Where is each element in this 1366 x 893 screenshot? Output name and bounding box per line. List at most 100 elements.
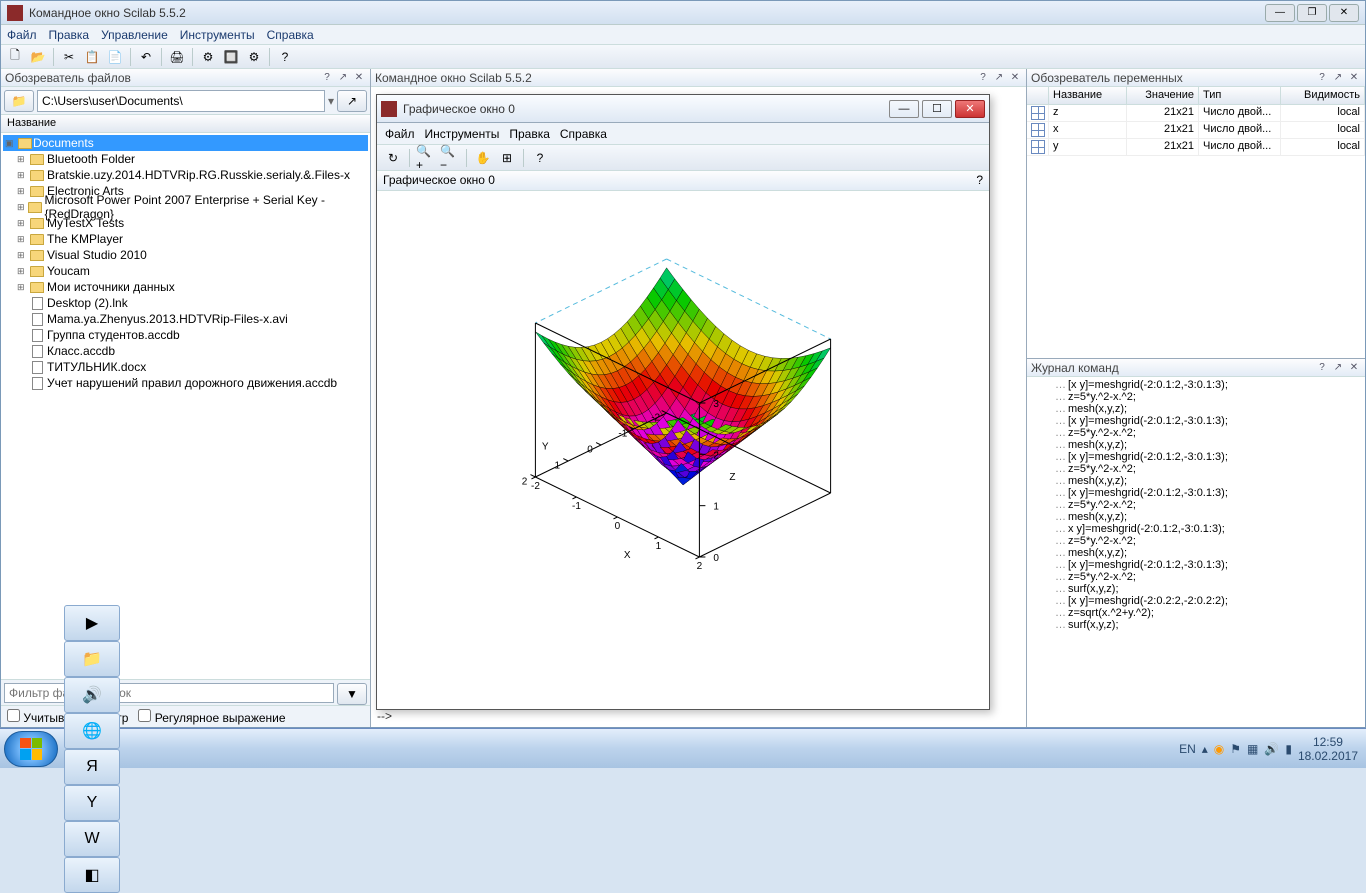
tree-file[interactable]: Группа студентов.accdb [3, 327, 368, 343]
graphics-window[interactable]: Графическое окно 0 — ☐ ✕ Файл Инструмент… [376, 94, 990, 710]
print-icon[interactable]: 🖨 [167, 47, 187, 67]
open-icon[interactable]: 📂 [28, 47, 48, 67]
menu-control[interactable]: Управление [101, 28, 168, 42]
help-icon[interactable]: ? [976, 71, 990, 85]
zoom-in-icon[interactable]: 🔍+ [416, 148, 436, 168]
tree-folder[interactable]: ⊞The KMPlayer [3, 231, 368, 247]
history-line[interactable]: z=5*y.^2-x.^2; [1031, 535, 1361, 547]
gfx-menu-file[interactable]: Файл [385, 127, 415, 141]
close-panel-icon[interactable]: ✕ [1347, 361, 1361, 375]
gfx-menu-help[interactable]: Справка [560, 127, 607, 141]
history-line[interactable]: z=5*y.^2-x.^2; [1031, 463, 1361, 475]
close-panel-icon[interactable]: ✕ [352, 71, 366, 85]
settings-icon[interactable]: ⚙ [198, 47, 218, 67]
menu-help[interactable]: Справка [267, 28, 314, 42]
history-line[interactable]: mesh(x,y,z); [1031, 439, 1361, 451]
history-line[interactable]: z=5*y.^2-x.^2; [1031, 391, 1361, 403]
paste-icon[interactable]: 📄 [105, 47, 125, 67]
history-line[interactable]: [x y]=meshgrid(-2:0.2:2,-2:0.2:2); [1031, 595, 1361, 607]
tree-folder[interactable]: ⊞Bratskie.uzy.2014.HDTVRip.RG.Russkie.se… [3, 167, 368, 183]
undock-icon[interactable]: ↗ [336, 71, 350, 85]
file-tree[interactable]: ▣ Documents ⊞Bluetooth Folder⊞Bratskie.u… [1, 133, 370, 408]
pan-icon[interactable]: ✋ [473, 148, 493, 168]
taskbar-app[interactable]: 🔊 [64, 677, 120, 713]
close-button[interactable]: ✕ [1329, 4, 1359, 22]
variable-table[interactable]: Название Значение Тип Видимость z21x21Чи… [1027, 87, 1365, 358]
tree-file[interactable]: Класс.accdb [3, 343, 368, 359]
file-column-header[interactable]: Название [1, 115, 370, 133]
tree-folder[interactable]: ⊞Visual Studio 2010 [3, 247, 368, 263]
zoom-out-icon[interactable]: 🔍− [440, 148, 460, 168]
history-line[interactable]: surf(x,y,z); [1031, 619, 1361, 631]
cut-icon[interactable]: ✂ [59, 47, 79, 67]
menu-edit[interactable]: Правка [49, 28, 90, 42]
main-titlebar[interactable]: Командное окно Scilab 5.5.2 — ❐ ✕ [1, 1, 1365, 25]
close-panel-icon[interactable]: ✕ [1008, 71, 1022, 85]
console-prompt[interactable]: --> [377, 709, 392, 723]
file-panel-header[interactable]: Обозреватель файлов ? ↗ ✕ [1, 69, 370, 87]
history-line[interactable]: mesh(x,y,z); [1031, 511, 1361, 523]
history-line[interactable]: [x y]=meshgrid(-2:0.1:2,-3:0.1:3); [1031, 559, 1361, 571]
undo-icon[interactable]: ↶ [136, 47, 156, 67]
up-button[interactable]: ↗ [337, 90, 367, 112]
tray-avast-icon[interactable]: ◉ [1214, 742, 1224, 756]
gfx-titlebar[interactable]: Графическое окно 0 — ☐ ✕ [377, 95, 989, 123]
var-header[interactable]: Обозреватель переменных ? ↗ ✕ [1027, 69, 1365, 87]
console-header[interactable]: Командное окно Scilab 5.5.2 ? ↗ ✕ [371, 69, 1026, 87]
regex-checkbox[interactable]: Регулярное выражение [138, 709, 285, 725]
path-input[interactable] [37, 90, 325, 112]
lang-indicator[interactable]: EN [1179, 742, 1196, 756]
history-line[interactable]: mesh(x,y,z); [1031, 403, 1361, 415]
filter-button[interactable]: ▼ [337, 683, 367, 705]
apps-icon[interactable]: 🔲 [221, 47, 241, 67]
tray-volume-icon[interactable]: 🔊 [1264, 742, 1279, 756]
tree-folder[interactable]: ⊞Youcam [3, 263, 368, 279]
variable-row[interactable]: y21x21Число двой...local [1027, 139, 1365, 156]
taskbar-app[interactable]: Я [64, 749, 120, 785]
taskbar-app[interactable]: 📁 [64, 641, 120, 677]
help-icon[interactable]: ? [1315, 361, 1329, 375]
minimize-button[interactable]: — [889, 100, 919, 118]
history-line[interactable]: [x y]=meshgrid(-2:0.1:2,-3:0.1:3); [1031, 487, 1361, 499]
history-line[interactable]: mesh(x,y,z); [1031, 475, 1361, 487]
history-line[interactable]: x y]=meshgrid(-2:0.1:2,-3:0.1:3); [1031, 523, 1361, 535]
history-body[interactable]: [x y]=meshgrid(-2:0.1:2,-3:0.1:3);z=5*y.… [1027, 377, 1365, 727]
menu-tools[interactable]: Инструменты [180, 28, 255, 42]
undock-icon[interactable]: ↗ [1331, 361, 1345, 375]
taskbar-app[interactable]: ◧ [64, 857, 120, 893]
tree-root[interactable]: ▣ Documents [3, 135, 368, 151]
system-tray[interactable]: EN ▴ ◉ ⚑ ▦ 🔊 ▮ 12:59 18.02.2017 [1179, 735, 1362, 763]
plot-area[interactable]: -2-1012-2-10120123XYZ [377, 191, 989, 709]
undock-icon[interactable]: ↗ [992, 71, 1006, 85]
history-line[interactable]: [x y]=meshgrid(-2:0.1:2,-3:0.1:3); [1031, 415, 1361, 427]
variable-row[interactable]: x21x21Число двой...local [1027, 122, 1365, 139]
history-line[interactable]: z=5*y.^2-x.^2; [1031, 571, 1361, 583]
help-icon[interactable]: ? [530, 148, 550, 168]
taskbar-app[interactable]: W [64, 821, 120, 857]
history-line[interactable]: [x y]=meshgrid(-2:0.1:2,-3:0.1:3); [1031, 379, 1361, 391]
tree-file[interactable]: Учет нарушений правил дорожного движения… [3, 375, 368, 391]
dropdown-icon[interactable]: ▾ [328, 94, 334, 108]
taskbar-app[interactable]: ▶ [64, 605, 120, 641]
history-line[interactable]: [x y]=meshgrid(-2:0.1:2,-3:0.1:3); [1031, 451, 1361, 463]
undock-icon[interactable]: ↗ [1331, 71, 1345, 85]
help-icon[interactable]: ? [1315, 71, 1329, 85]
history-line[interactable]: surf(x,y,z); [1031, 583, 1361, 595]
help-icon[interactable]: ? [320, 71, 334, 85]
tray-battery-icon[interactable]: ▮ [1285, 742, 1292, 756]
rotate-icon[interactable]: ↻ [383, 148, 403, 168]
taskbar-app[interactable]: Y [64, 785, 120, 821]
gear-icon[interactable]: ⚙ [244, 47, 264, 67]
new-icon[interactable]: 🗋 [5, 47, 25, 67]
tree-folder[interactable]: ⊞Bluetooth Folder [3, 151, 368, 167]
filter-input[interactable] [4, 683, 334, 703]
help-icon[interactable]: ? [976, 173, 983, 188]
folder-button[interactable]: 📁 [4, 90, 34, 112]
start-button[interactable] [4, 731, 58, 767]
history-line[interactable]: mesh(x,y,z); [1031, 547, 1361, 559]
help-icon[interactable]: ? [275, 47, 295, 67]
tree-file[interactable]: Desktop (2).lnk [3, 295, 368, 311]
gfx-menu-tools[interactable]: Инструменты [425, 127, 500, 141]
hist-header[interactable]: Журнал команд ? ↗ ✕ [1027, 359, 1365, 377]
tray-up-icon[interactable]: ▴ [1202, 742, 1208, 756]
